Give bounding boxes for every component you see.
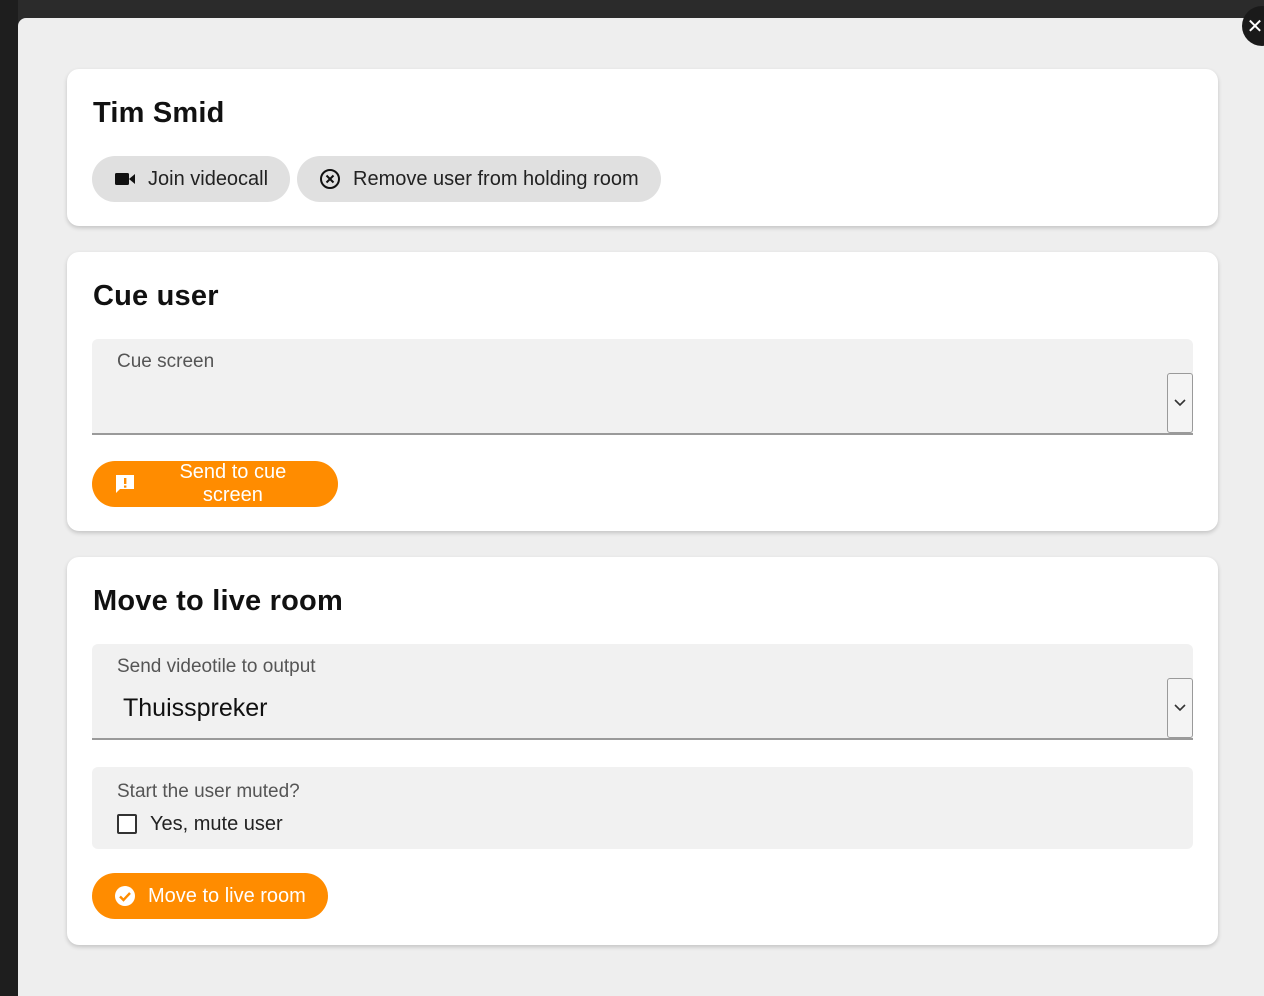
live-room-card: Move to live room Send videotile to outp… <box>67 557 1218 945</box>
live-room-title: Move to live room <box>93 585 343 617</box>
remove-from-holding-room-button[interactable]: Remove user from holding room <box>297 156 661 202</box>
mute-question-label: Start the user muted? <box>117 781 300 802</box>
cue-user-title: Cue user <box>93 280 219 312</box>
cue-screen-label: Cue screen <box>117 351 215 372</box>
join-videocall-button[interactable]: Join videocall <box>92 156 290 202</box>
user-modal: Tim Smid Join videocall Remove user from… <box>18 18 1264 996</box>
remove-user-label: Remove user from holding room <box>353 167 639 190</box>
send-to-cue-label: Send to cue screen <box>179 461 287 506</box>
mute-user-checkbox[interactable] <box>117 814 137 834</box>
chevron-down-icon[interactable] <box>1167 678 1193 738</box>
output-label: Send videotile to output <box>117 656 316 677</box>
output-value: Thuisspreker <box>123 694 268 722</box>
join-videocall-label: Join videocall <box>148 167 269 190</box>
chevron-down-icon[interactable] <box>1167 373 1193 433</box>
user-name: Tim Smid <box>93 97 225 129</box>
move-to-live-room-button[interactable]: Move to live room <box>92 873 328 919</box>
cue-screen-select[interactable]: Cue screen <box>92 339 1193 435</box>
move-to-live-label: Move to live room <box>148 884 306 907</box>
mute-user-checkbox-label[interactable]: Yes, mute user <box>150 813 283 836</box>
check-circle-icon <box>112 883 138 909</box>
page-backdrop <box>0 0 18 996</box>
circle-x-icon <box>317 166 343 192</box>
output-select[interactable]: Send videotile to output Thuisspreker <box>92 644 1193 740</box>
message-alert-icon <box>112 471 138 497</box>
mute-option-group: Start the user muted? Yes, mute user <box>92 767 1193 849</box>
send-to-cue-screen-button[interactable]: Send to cue screen <box>92 461 338 507</box>
cue-user-card: Cue user Cue screen Send to cue screen <box>67 252 1218 531</box>
user-card: Tim Smid Join videocall Remove user from… <box>67 69 1218 226</box>
video-camera-icon <box>112 166 138 192</box>
